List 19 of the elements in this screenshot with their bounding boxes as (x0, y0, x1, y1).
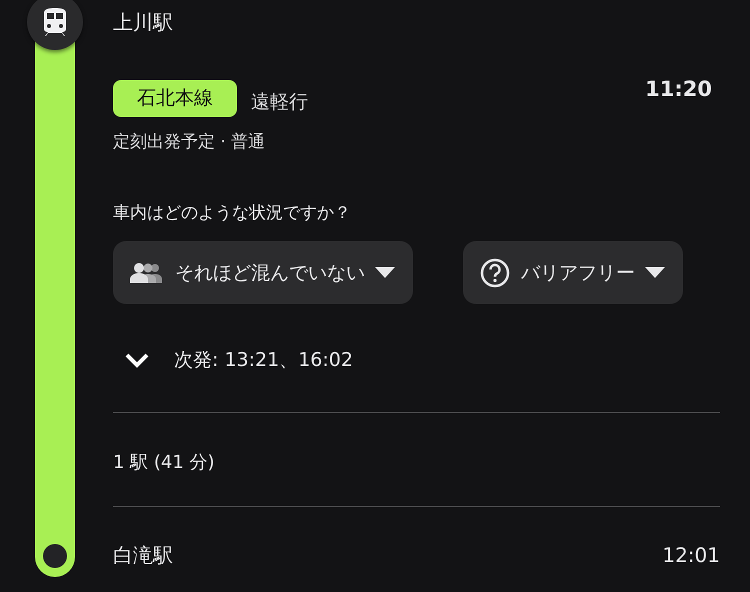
departure-time: 11:20 (645, 80, 712, 98)
chevron-icon[interactable] (124, 352, 150, 368)
crowding-dropdown[interactable]: それほど混んでいない (113, 241, 413, 304)
status-text: 定刻出発予定 · 普通 (113, 131, 266, 154)
question-text: 車内はどのような状況ですか？ (113, 202, 352, 225)
accessibility-dropdown[interactable]: バリアフリー (463, 241, 683, 304)
arrival-time: 12:01 (662, 542, 720, 569)
line-badge: 石北本線 (113, 80, 237, 117)
train-icon (41, 7, 69, 37)
destination-label: 遠軽行 (251, 90, 308, 115)
next-departures: 次発: 13:21、16:02 (174, 348, 353, 373)
people-icon (129, 262, 165, 284)
station-name: 上川駅 (113, 9, 174, 36)
station-name: 白滝駅 (113, 542, 173, 569)
stops-summary[interactable]: 1 駅 (41 分) (113, 451, 720, 475)
question-icon (479, 256, 511, 288)
dropdown-arrow-icon (375, 267, 395, 278)
dropdown-arrow-icon (645, 267, 665, 278)
stop-dot (43, 544, 67, 568)
